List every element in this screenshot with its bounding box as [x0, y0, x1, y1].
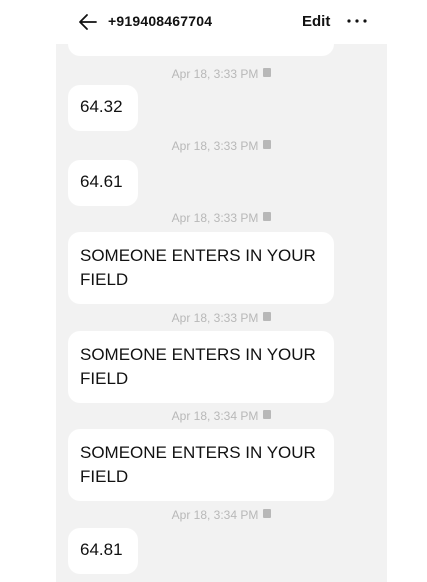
- message-text: SOMEONE ENTERS IN YOUR FIELD: [80, 345, 316, 388]
- edit-button[interactable]: Edit: [302, 13, 330, 30]
- message-text: SOMEONE ENTERS IN YOUR FIELD: [80, 246, 316, 289]
- message-list[interactable]: Apr 18, 3:33 PM 64.32 Apr 18, 3:33 PM 64…: [56, 44, 387, 582]
- message-timestamp: Apr 18, 3:33 PM: [56, 66, 387, 82]
- sim-card-icon: [263, 410, 272, 420]
- message-bubble[interactable]: SOMEONE ENTERS IN YOUR FIELD: [68, 232, 334, 304]
- message-timestamp: Apr 18, 3:33 PM: [56, 210, 387, 226]
- message-timestamp: Apr 18, 3:34 PM: [56, 507, 387, 523]
- message-timestamp: Apr 18, 3:34 PM: [56, 408, 387, 424]
- message-timestamp: Apr 18, 3:33 PM: [56, 138, 387, 154]
- message-bubble[interactable]: 64.32: [68, 85, 138, 131]
- message-text: SOMEONE ENTERS IN YOUR FIELD: [80, 443, 316, 486]
- sim-card-icon: [263, 140, 272, 150]
- contact-number: +919408467704: [108, 13, 213, 29]
- sim-card-icon: [263, 312, 272, 322]
- sim-card-icon: [263, 68, 272, 78]
- message-bubble[interactable]: 64.61: [68, 160, 138, 206]
- more-icon[interactable]: [346, 11, 368, 31]
- conversation-header: +919408467704 Edit: [0, 0, 427, 44]
- message-bubble-partial[interactable]: [68, 44, 334, 56]
- sim-card-icon: [263, 509, 272, 519]
- back-arrow-icon[interactable]: [76, 10, 100, 34]
- message-timestamp: Apr 18, 3:33 PM: [56, 310, 387, 326]
- message-bubble[interactable]: 64.81: [68, 528, 138, 574]
- message-text: 64.32: [80, 97, 123, 116]
- message-bubble[interactable]: SOMEONE ENTERS IN YOUR FIELD: [68, 331, 334, 403]
- message-text: 64.81: [80, 540, 123, 559]
- sim-card-icon: [263, 212, 272, 222]
- message-bubble[interactable]: SOMEONE ENTERS IN YOUR FIELD: [68, 429, 334, 501]
- message-text: 64.61: [80, 172, 123, 191]
